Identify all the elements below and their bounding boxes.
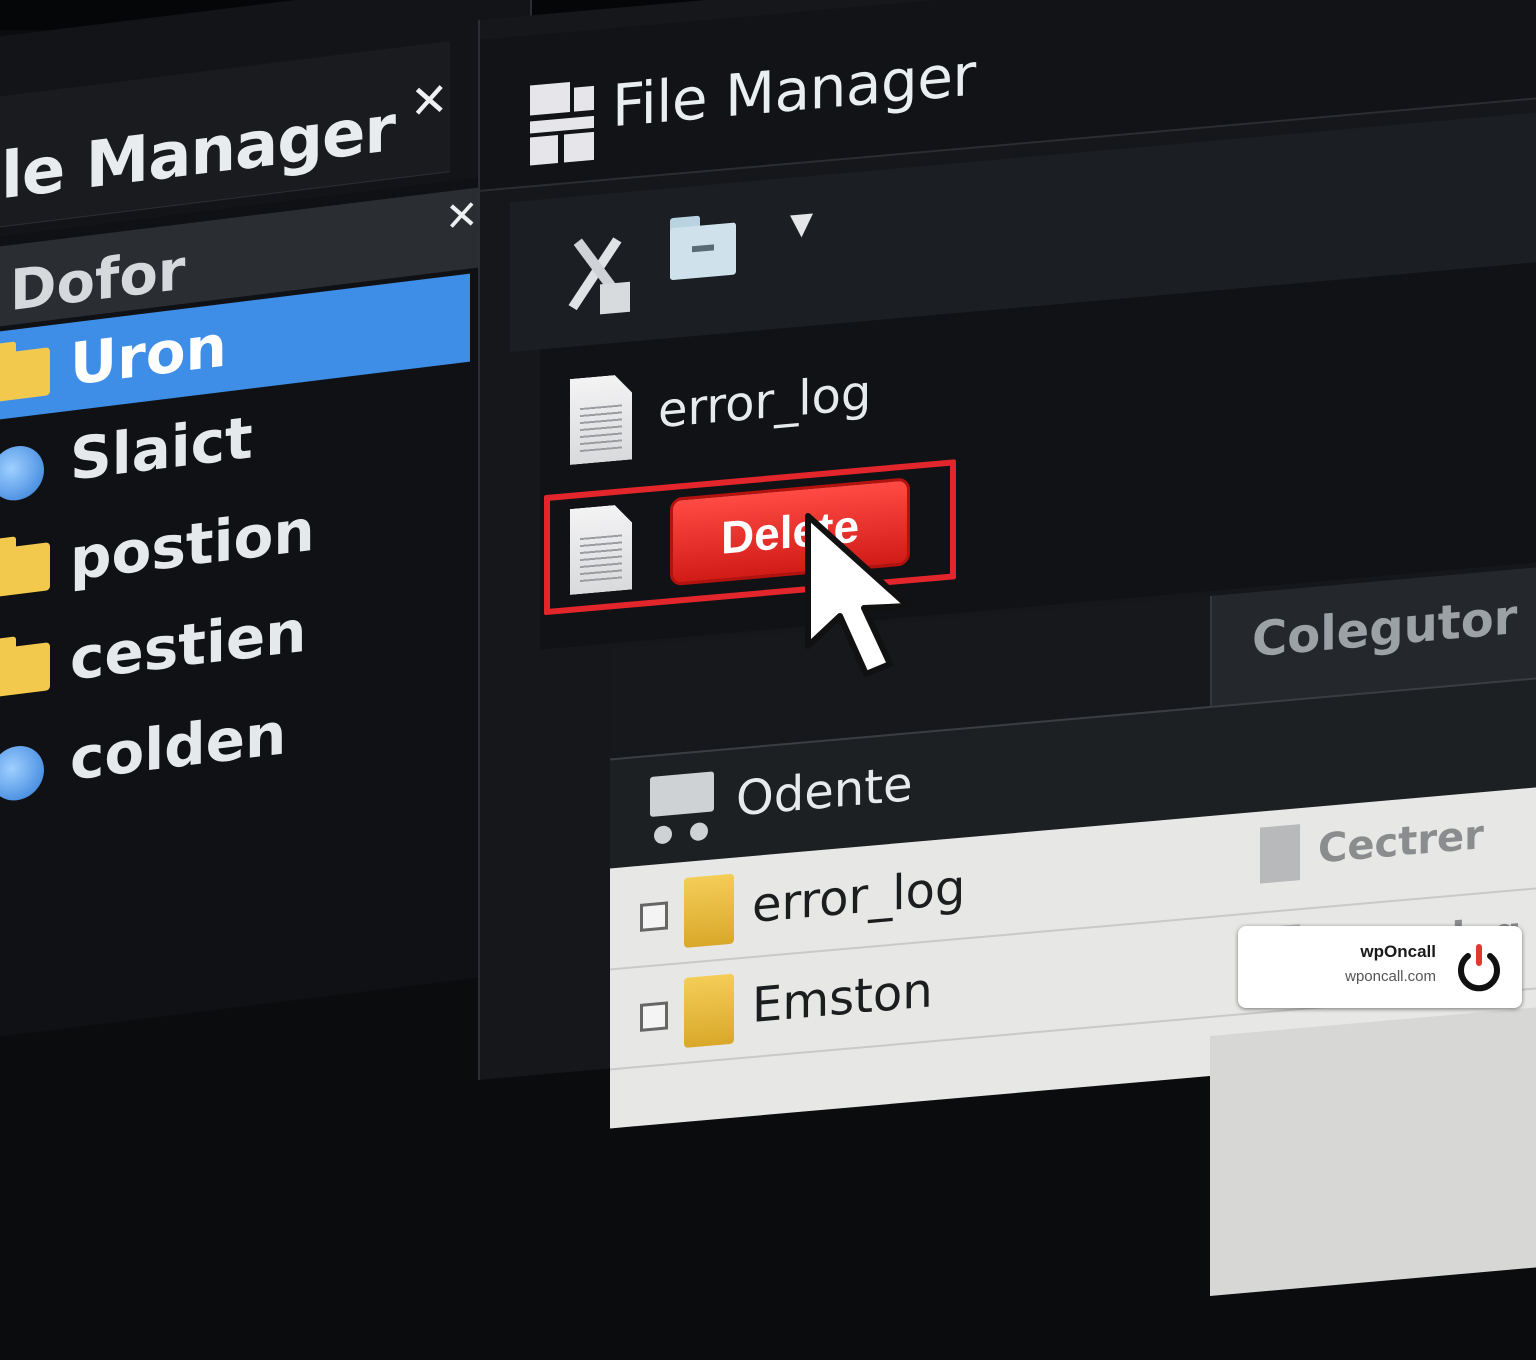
folder-tree-icon — [650, 771, 714, 847]
document-icon — [570, 504, 632, 595]
close-icon[interactable]: ✕ — [410, 71, 449, 130]
row-side-label: Cectrer — [1318, 811, 1484, 873]
column-header-label: Colegutor — [1252, 589, 1518, 669]
network-icon — [0, 442, 44, 504]
tree-item-label: postion — [70, 495, 315, 594]
globe-icon — [0, 742, 44, 804]
file-name: error_log — [658, 364, 872, 440]
row-checkbox[interactable] — [640, 1001, 668, 1032]
dropdown-arrow-icon[interactable]: ▼ — [790, 206, 813, 243]
file-table: Colegutor Odente error_log Cectrer Emsto… — [610, 562, 1536, 1296]
folder-icon — [0, 542, 50, 598]
mouse-cursor-icon — [805, 513, 911, 677]
row-name: Emston — [752, 962, 933, 1035]
tools-icon[interactable] — [560, 232, 630, 318]
power-icon — [1458, 944, 1500, 992]
tree-item-label: Uron — [70, 311, 227, 399]
folder-icon[interactable] — [670, 212, 736, 281]
tree-item-label: Slaict — [70, 403, 253, 494]
left-file-manager-window: ile Manager ✕ Dofor ✕ Uron Slaict postio… — [0, 0, 532, 1040]
brand-name: wpOncall — [1360, 942, 1436, 961]
folder-icon — [684, 873, 734, 948]
folder-icon — [0, 347, 50, 403]
folder-icon — [0, 642, 50, 698]
row-checkbox[interactable] — [640, 901, 668, 932]
right-file-manager-window: File Manager ▼ error_log Delete Coleguto… — [478, 0, 1536, 1296]
right-window-title: File Manager — [612, 40, 976, 141]
tree-item-label: cestien — [70, 596, 307, 694]
side-column-shade — [1210, 1002, 1536, 1296]
tree-item-label: colden — [70, 699, 287, 794]
file-manager-logo-icon — [530, 80, 594, 166]
table-header-label: Odente — [736, 755, 913, 828]
left-folder-list: Dofor ✕ Uron Slaict postion cestien cold… — [0, 176, 506, 1040]
close-icon[interactable]: ✕ — [445, 192, 479, 242]
row-name: error_log — [752, 859, 966, 935]
document-icon — [570, 374, 632, 465]
document-icon — [1260, 824, 1300, 884]
brand-url: wponcall.com — [1345, 968, 1436, 985]
folder-icon — [684, 973, 734, 1048]
brand-badge: wpOncall wponcall.com — [1238, 926, 1522, 1008]
